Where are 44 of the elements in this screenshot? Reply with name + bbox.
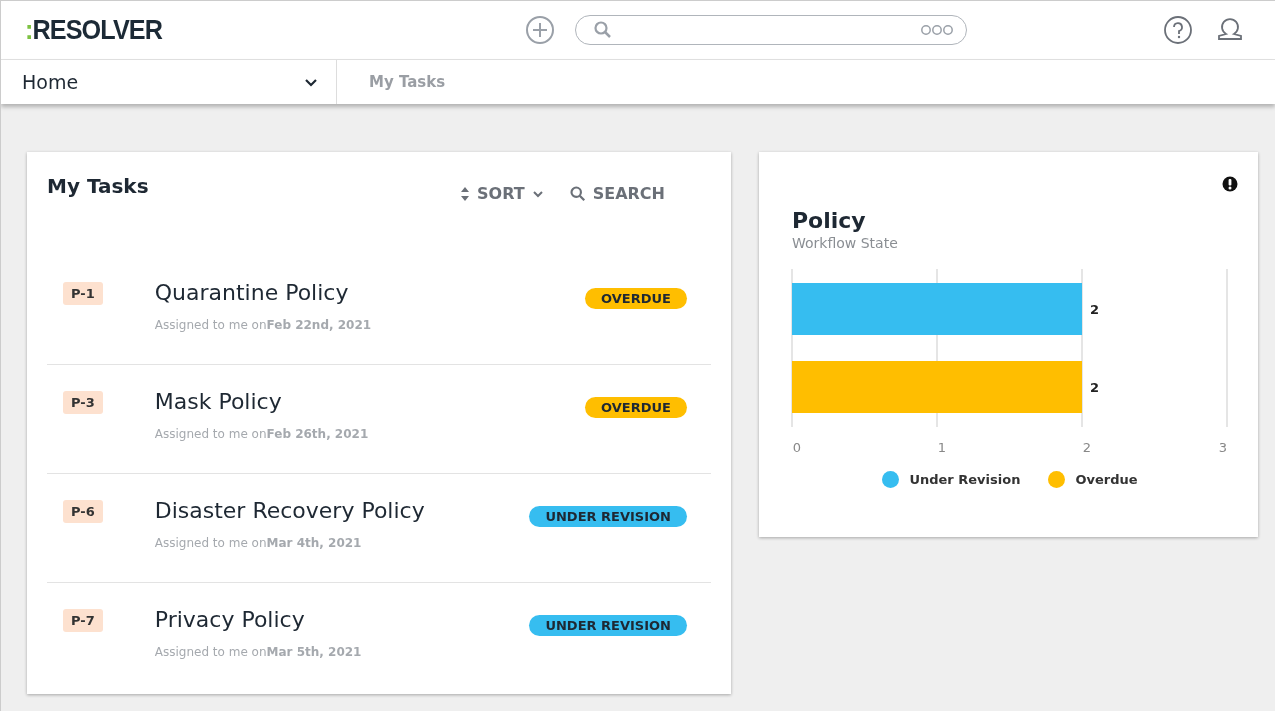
axis-tick: 1 bbox=[937, 440, 947, 455]
sort-button[interactable]: SORT bbox=[460, 184, 544, 203]
help-icon[interactable] bbox=[1163, 15, 1193, 45]
assigned-date: Assigned to me onFeb 22nd, 2021 bbox=[154, 318, 373, 332]
task-row[interactable]: P-7 Privacy Policy Assigned to me onMar 5th, 2021 UNDER REVISION bbox=[47, 583, 711, 692]
task-id: P-6 bbox=[63, 500, 103, 523]
axis-tick: 2 bbox=[1082, 440, 1092, 455]
task-title: Quarantine Policy bbox=[154, 280, 350, 305]
task-id: P-3 bbox=[63, 391, 103, 414]
bar-value: 2 bbox=[1090, 302, 1100, 317]
status-badge: UNDER REVISION bbox=[529, 506, 687, 527]
task-row[interactable]: P-6 Disaster Recovery Policy Assigned to me onMar 4th, 2021 UNDER REVISION bbox=[47, 474, 711, 583]
chevron-icon bbox=[531, 189, 544, 198]
more-icon[interactable] bbox=[920, 24, 954, 36]
card-title: My Tasks bbox=[47, 174, 149, 200]
task-title: Disaster Recovery Policy bbox=[154, 498, 426, 523]
chart-title: Policy bbox=[792, 208, 867, 233]
assigned-date: Assigned to me onMar 5th, 2021 bbox=[154, 645, 363, 659]
chart-subtitle: Workflow State bbox=[792, 235, 899, 251]
status-badge: OVERDUE bbox=[585, 397, 687, 418]
search-icon bbox=[569, 185, 586, 202]
axis-tick: 0 bbox=[792, 440, 802, 455]
chevron-icon bbox=[304, 77, 318, 87]
task-title: Privacy Policy bbox=[154, 607, 306, 632]
task-id: P-1 bbox=[63, 282, 103, 305]
add-icon[interactable] bbox=[525, 15, 555, 45]
logo: :RESOLVER bbox=[25, 14, 164, 46]
legend-label: Under Revision bbox=[909, 472, 1021, 487]
search-button[interactable]: SEARCH bbox=[569, 184, 665, 203]
task-row[interactable]: P-3 Mask Policy Assigned to me onFeb 26th, 2021 OVERDUE bbox=[47, 365, 711, 474]
assigned-date: Assigned to me onMar 4th, 2021 bbox=[154, 536, 363, 550]
status-badge: OVERDUE bbox=[585, 288, 687, 309]
status-badge: UNDER REVISION bbox=[529, 615, 687, 636]
task-id: P-7 bbox=[63, 609, 103, 632]
axis-tick: 3 bbox=[1218, 440, 1228, 455]
assigned-date: Assigned to me onFeb 26th, 2021 bbox=[154, 427, 370, 441]
sort-icon bbox=[460, 185, 471, 202]
search-icon bbox=[594, 21, 612, 39]
task-row[interactable]: P-1 Quarantine Policy Assigned to me onFeb 22nd, 2021 OVERDUE bbox=[47, 256, 711, 365]
task-title: Mask Policy bbox=[154, 389, 283, 414]
legend-label: Overdue bbox=[1075, 472, 1138, 487]
bar-value: 2 bbox=[1090, 380, 1100, 395]
home-dropdown[interactable]: Home bbox=[1, 60, 337, 104]
info-icon[interactable] bbox=[1222, 176, 1238, 192]
